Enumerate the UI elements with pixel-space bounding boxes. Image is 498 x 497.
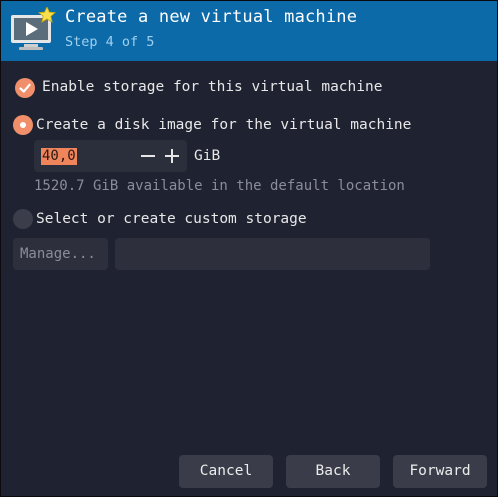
plus-icon[interactable]: [162, 146, 182, 166]
disk-size-spinbutton[interactable]: 40,0: [34, 140, 187, 172]
enable-storage-label[interactable]: Enable storage for this virtual machine: [42, 79, 382, 95]
enable-storage-checkbox[interactable]: [15, 78, 35, 98]
manage-button[interactable]: Manage...: [13, 238, 108, 270]
new-vm-dialog: Create a new virtual machine Step 4 of 5…: [0, 0, 498, 497]
disk-size-input[interactable]: 40,0: [41, 148, 77, 165]
custom-storage-radio[interactable]: [13, 209, 33, 229]
disk-image-radio[interactable]: [13, 115, 33, 135]
step-indicator: Step 4 of 5: [65, 34, 155, 50]
dialog-header: Create a new virtual machine Step 4 of 5: [1, 1, 497, 61]
disk-image-label[interactable]: Create a disk image for the virtual mach…: [36, 117, 411, 133]
custom-storage-label[interactable]: Select or create custom storage: [36, 211, 307, 227]
minus-icon[interactable]: [138, 146, 158, 166]
radio-dot-icon: [20, 122, 26, 128]
vm-monitor-play-icon: [11, 7, 56, 50]
available-space-hint: 1520.7 GiB available in the default loca…: [34, 178, 405, 194]
cancel-button[interactable]: Cancel: [179, 455, 273, 488]
custom-storage-path-input[interactable]: [115, 238, 430, 270]
dialog-title: Create a new virtual machine: [65, 7, 358, 27]
disk-size-unit: GiB: [194, 148, 221, 164]
forward-button[interactable]: Forward: [393, 455, 487, 488]
back-button[interactable]: Back: [286, 455, 380, 488]
checkmark-icon: [19, 83, 31, 93]
